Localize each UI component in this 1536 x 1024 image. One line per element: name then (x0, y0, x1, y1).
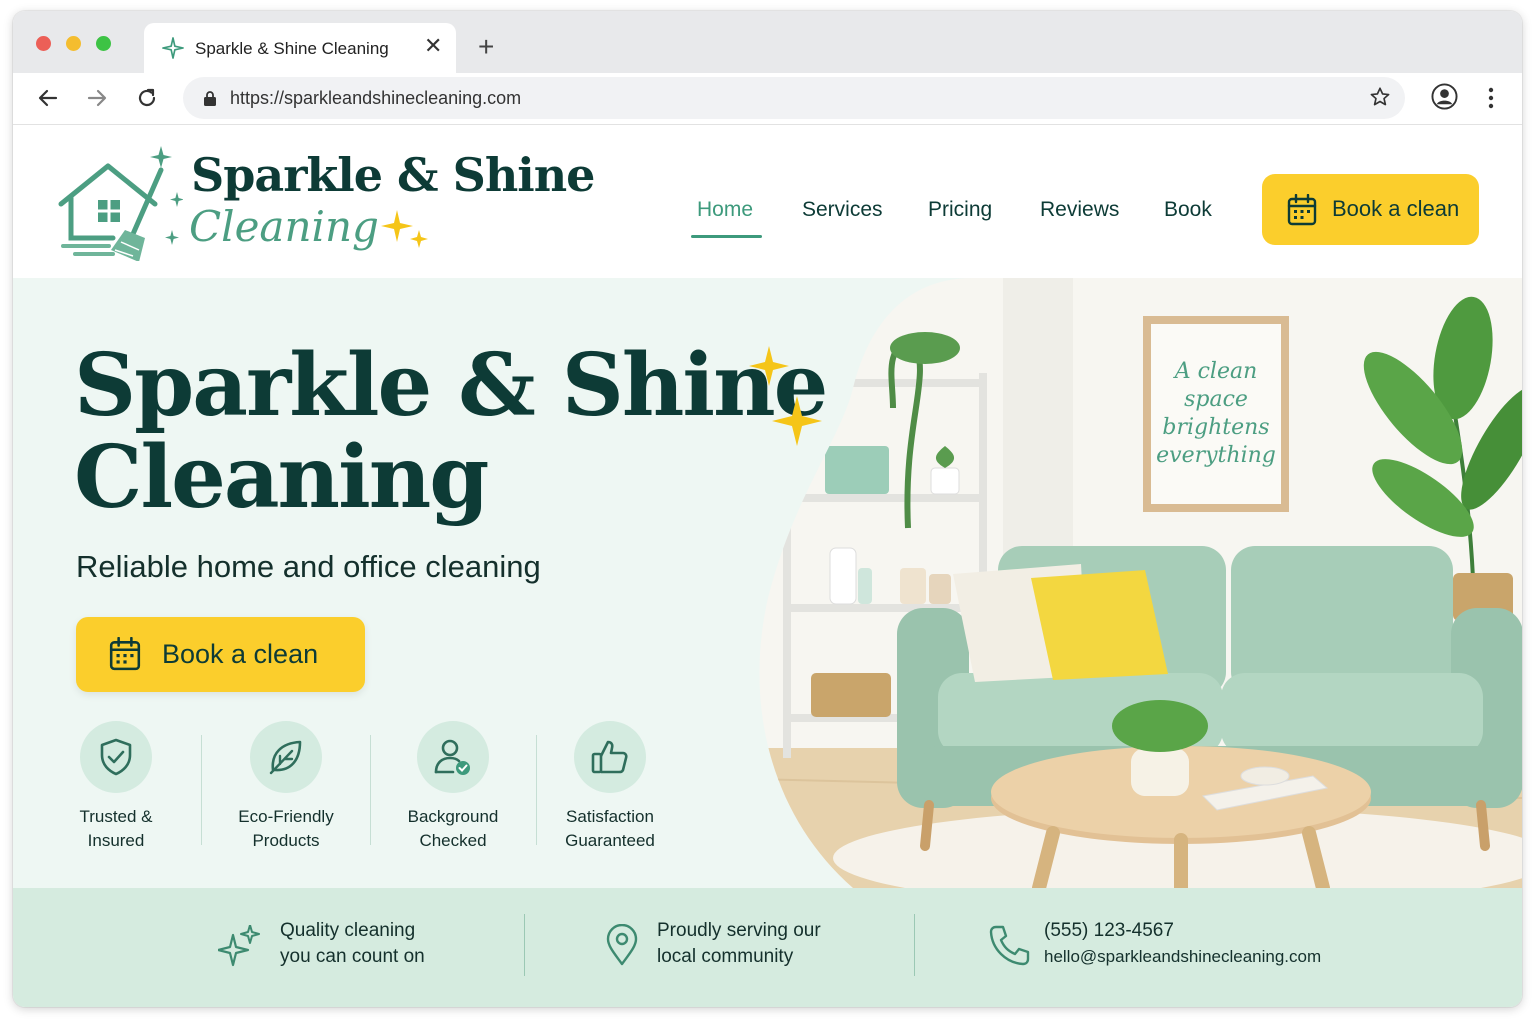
close-window-button[interactable] (36, 36, 51, 51)
poster-text-1: A clean (1173, 359, 1258, 384)
strip-line: Quality cleaning (280, 920, 416, 941)
address-bar[interactable]: https://sparkleandshinecleaning.com (183, 77, 1405, 119)
badge-icon-circle (417, 721, 489, 793)
badge-background-checked: Background Checked (383, 721, 523, 853)
header-book-button[interactable]: Book a clean (1262, 174, 1479, 245)
nav-services[interactable]: Services (802, 198, 883, 222)
strip-line: Proudly serving our (657, 920, 821, 941)
nav-book[interactable]: Book (1164, 198, 1212, 222)
more-menu-icon[interactable] (1484, 85, 1498, 111)
url-text: https://sparkleandshinecleaning.com (230, 88, 522, 108)
tab-title: Sparkle & Shine Cleaning (195, 39, 389, 58)
hero-book-label: Book a clean (162, 639, 319, 669)
minimize-window-button[interactable] (66, 36, 81, 51)
nav-home[interactable]: Home (697, 198, 753, 222)
thumbs-up-icon (591, 740, 628, 774)
tab-bar: Sparkle & Shine Cleaning ✕ + (13, 11, 1522, 77)
badge-label-line: Satisfaction (566, 807, 654, 826)
strip-divider (914, 914, 915, 976)
badge-icon-circle (80, 721, 152, 793)
badge-divider (536, 735, 537, 845)
main-nav: Home Services Pricing Reviews Book Book … (13, 126, 1522, 278)
hero-title: Sparkle & Shine Cleaning (74, 335, 828, 528)
sparkle-icon (218, 925, 260, 967)
sparkle-favicon-icon (162, 37, 184, 59)
badge-label-line: Trusted & (79, 807, 153, 826)
badge-label: Trusted & Insured (46, 805, 186, 853)
new-tab-button[interactable]: + (478, 33, 494, 61)
badge-icon-circle (250, 721, 322, 793)
phone-number[interactable]: (555) 123-4567 (1044, 918, 1321, 944)
badge-eco-friendly: Eco-Friendly Products (216, 721, 356, 853)
badge-label-line: Insured (87, 831, 145, 850)
shield-check-icon (100, 738, 132, 776)
strip-line: local community (657, 946, 794, 967)
badge-label-line: Guaranteed (565, 831, 655, 850)
strip-community-text: Proudly serving our local community (657, 918, 821, 970)
hero-title-line-2: Cleaning (74, 427, 489, 528)
calendar-icon (1287, 194, 1317, 226)
badge-trusted-insured: Trusted & Insured (46, 721, 186, 853)
strip-quality-text: Quality cleaning you can count on (280, 918, 425, 970)
hero-section: A clean space brightens everything Spark… (13, 278, 1522, 888)
reload-icon[interactable] (134, 85, 160, 111)
badge-icon-circle (574, 721, 646, 793)
nav-active-indicator (691, 235, 762, 238)
badge-label-line: Background (407, 807, 499, 826)
hero-subtitle: Reliable home and office cleaning (76, 549, 541, 584)
strip-divider (524, 914, 525, 976)
badge-divider (201, 735, 202, 845)
hero-book-button[interactable]: Book a clean (76, 617, 365, 692)
leaf-icon (269, 740, 302, 775)
strip-contact-text: (555) 123-4567 hello@sparkleandshineclea… (1044, 918, 1321, 970)
badge-label-line: Products (252, 831, 320, 850)
info-strip: Quality cleaning you can count on Proudl… (13, 888, 1522, 1007)
lock-icon (204, 91, 216, 106)
calendar-icon (109, 637, 141, 671)
back-arrow-icon[interactable] (35, 85, 61, 111)
badge-label: Background Checked (383, 805, 523, 853)
badge-label-line: Checked (419, 831, 487, 850)
forward-arrow-icon[interactable] (84, 85, 110, 111)
hero-title-line-1: Sparkle & Shine (74, 335, 828, 436)
badge-label: Eco-Friendly Products (216, 805, 356, 853)
phone-icon[interactable] (988, 924, 1030, 966)
browser-tab[interactable]: Sparkle & Shine Cleaning ✕ (144, 23, 456, 77)
sparkles-icon (749, 346, 822, 446)
user-check-icon (434, 739, 470, 775)
bookmark-star-icon[interactable] (1369, 86, 1391, 108)
badge-label-line: Eco-Friendly (238, 807, 334, 826)
browser-window: Sparkle & Shine Cleaning ✕ + https://spa… (13, 11, 1522, 1007)
nav-pricing[interactable]: Pricing (928, 198, 992, 222)
badge-divider (370, 735, 371, 845)
tab-close-icon[interactable]: ✕ (424, 35, 442, 57)
badge-satisfaction-guaranteed: Satisfaction Guaranteed (540, 721, 680, 853)
maximize-window-button[interactable] (96, 36, 111, 51)
poster-text-3: brightens (1162, 415, 1269, 440)
header-book-label: Book a clean (1332, 196, 1460, 221)
site-header: Sparkle & Shine Cleaning Home Services P… (13, 126, 1522, 278)
profile-avatar-icon[interactable] (1431, 83, 1458, 110)
poster-text-4: everything (1156, 443, 1276, 468)
strip-line: you can count on (280, 946, 425, 967)
browser-toolbar: https://sparkleandshinecleaning.com (13, 73, 1522, 125)
poster-text-2: space (1184, 387, 1248, 412)
badge-label: Satisfaction Guaranteed (540, 805, 680, 853)
email-link[interactable]: hello@sparkleandshinecleaning.com (1044, 944, 1321, 970)
nav-reviews[interactable]: Reviews (1040, 198, 1119, 222)
location-pin-icon (606, 924, 638, 966)
